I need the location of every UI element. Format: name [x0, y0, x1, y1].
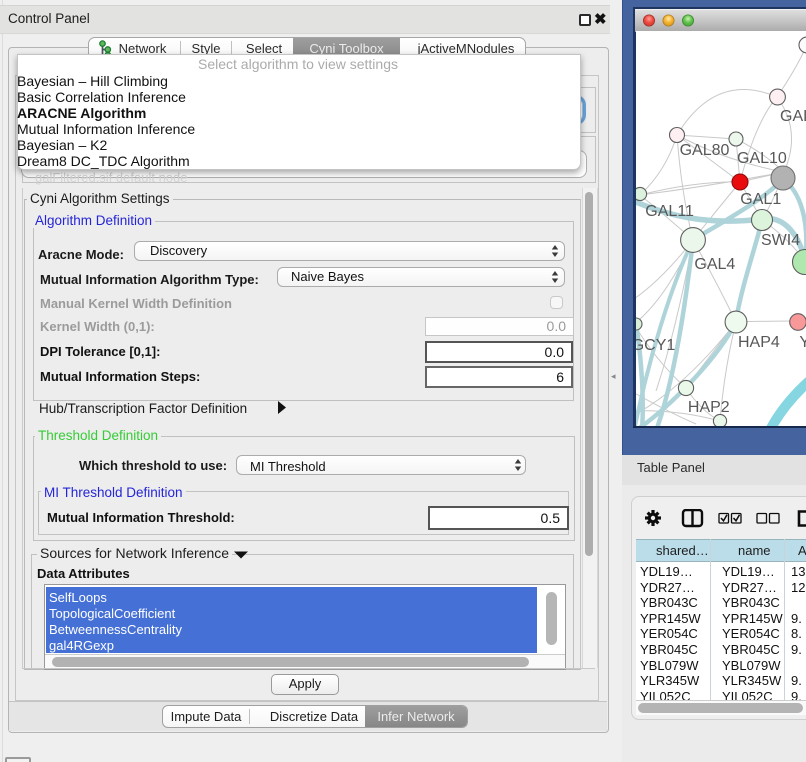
svg-text:SWI4: SWI4 [761, 232, 800, 249]
svg-text:GAL11: GAL11 [645, 203, 694, 220]
svg-text:GAL1: GAL1 [740, 191, 781, 208]
svg-text:GAL80: GAL80 [680, 142, 730, 159]
svg-text:HAP4: HAP4 [738, 334, 780, 351]
svg-text:GCY1: GCY1 [636, 337, 675, 354]
svg-text:GAL2: GAL2 [780, 108, 806, 125]
svg-text:GAL4: GAL4 [694, 256, 735, 273]
svg-text:GAL10: GAL10 [737, 150, 787, 167]
svg-text:YM: YM [799, 334, 806, 351]
svg-text:HAP2: HAP2 [688, 399, 730, 416]
